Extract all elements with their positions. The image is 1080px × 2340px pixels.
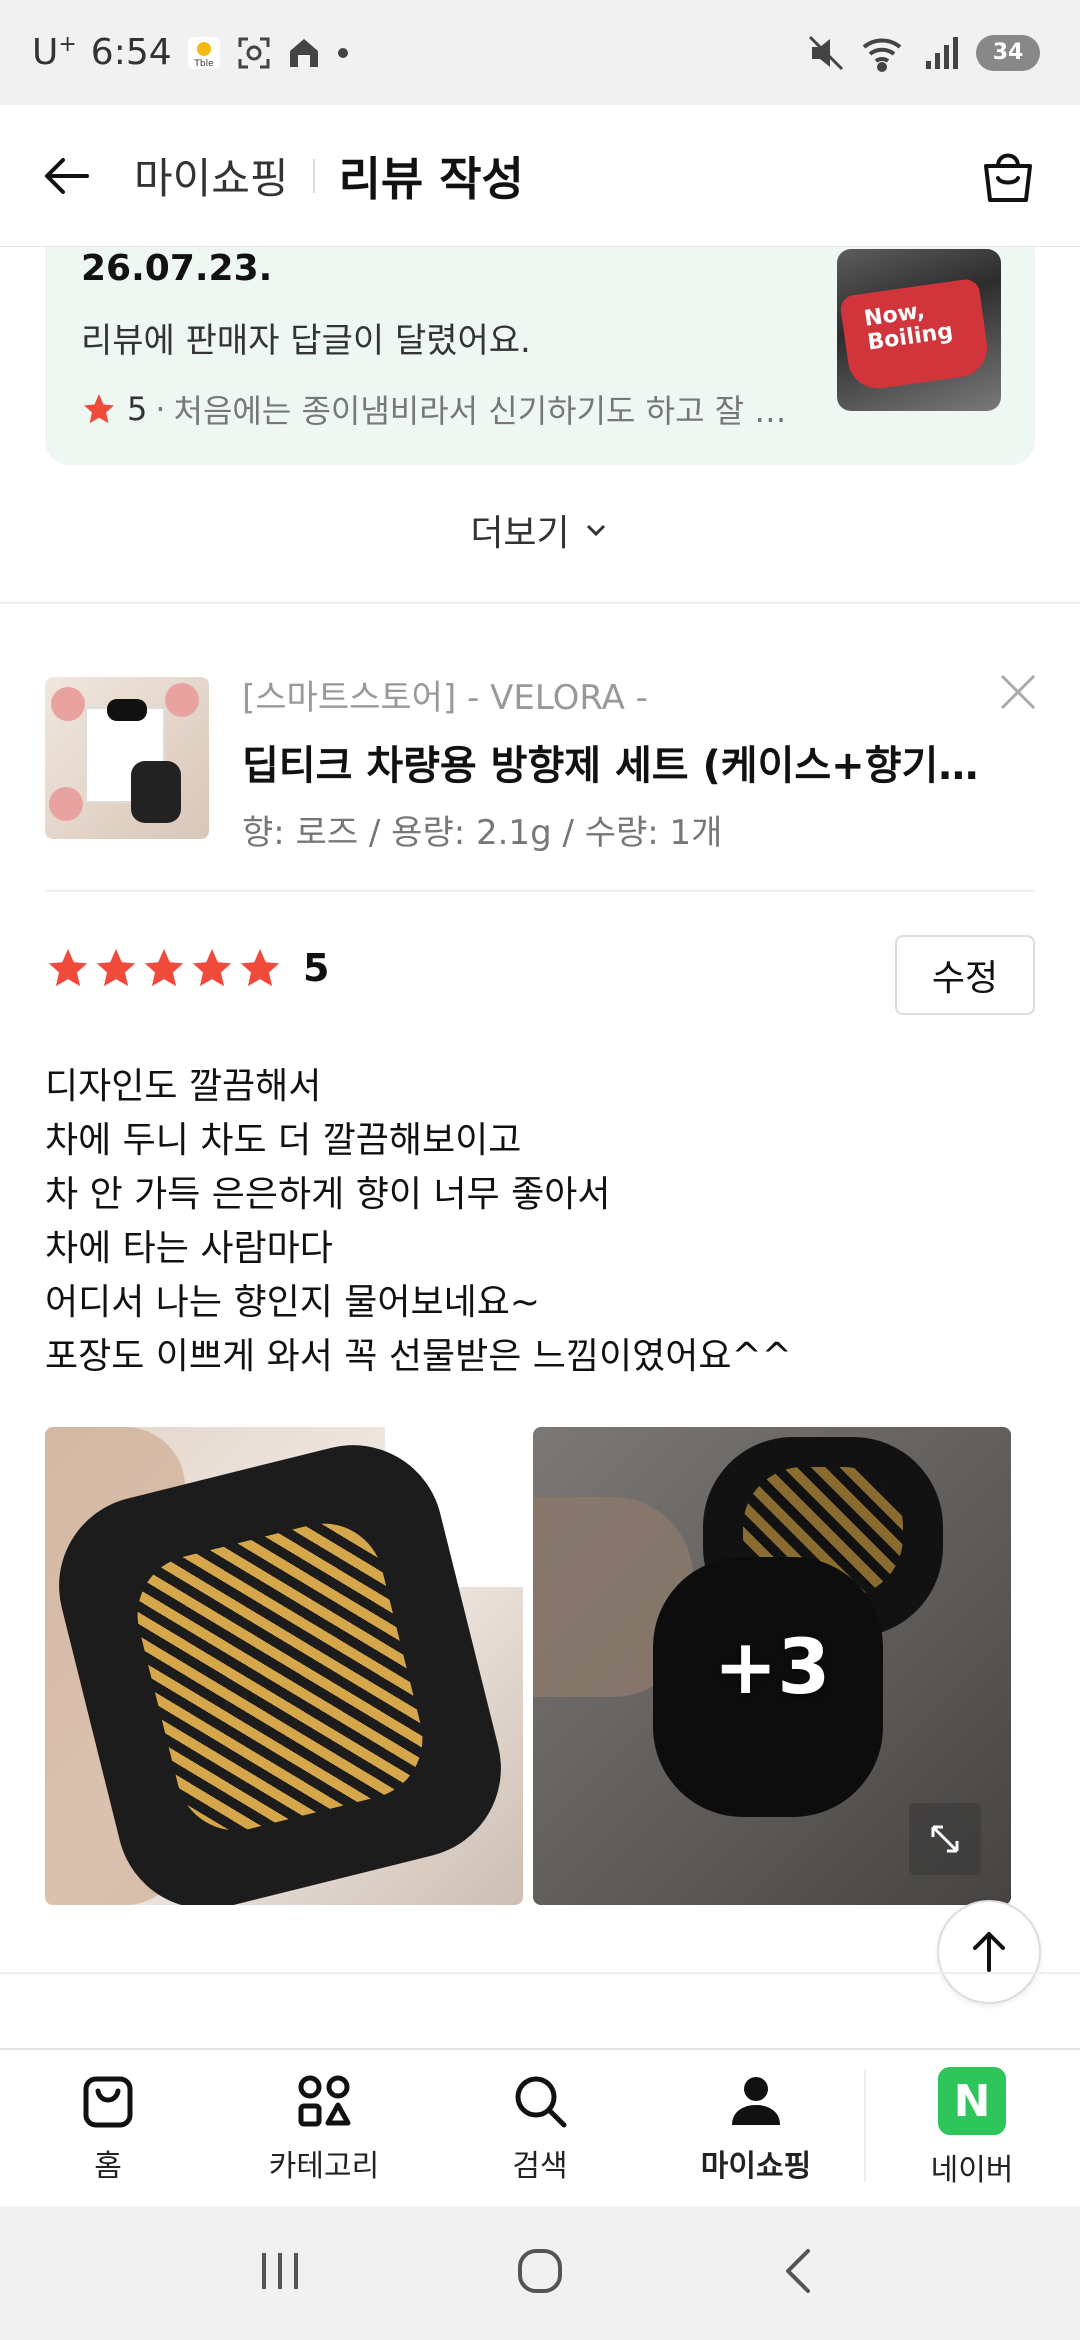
- review-text: 디자인도 깔끔해서 차에 두니 차도 더 깔끔해보이고 차 안 가득 은은하게 …: [45, 1060, 1035, 1384]
- star-icon: [192, 948, 232, 987]
- cart-button[interactable]: [976, 144, 1040, 208]
- status-right: 34: [806, 33, 1040, 73]
- scroll-to-top-button[interactable]: [937, 1900, 1041, 2004]
- close-icon: [1000, 674, 1036, 710]
- product-info[interactable]: [스마트스토어] - VELORA - 딥티크 차량용 방향제 세트 (케이스+…: [242, 670, 992, 854]
- svg-text:Tble: Tble: [193, 59, 214, 69]
- section-divider: [0, 602, 1080, 604]
- status-left: U+ 6:54 Tble: [32, 32, 350, 73]
- mute-icon: [806, 33, 846, 73]
- nav-separator: [864, 2070, 866, 2182]
- review-line: 차에 두니 차도 더 깔끔해보이고: [45, 1120, 522, 1161]
- app-notification-icon: Tble: [186, 35, 222, 71]
- app-header: 마이쇼핑 리뷰 작성: [0, 105, 1080, 247]
- product-divider: [45, 890, 1035, 892]
- close-button[interactable]: [996, 670, 1040, 714]
- notice-thumbnail[interactable]: Now, Boiling: [837, 249, 1001, 411]
- edit-button[interactable]: 수정: [895, 935, 1035, 1015]
- star-icon: [96, 948, 136, 987]
- chevron-left-icon: [786, 2249, 810, 2293]
- review-photo-1[interactable]: [45, 1427, 523, 1905]
- home-bag-icon: [83, 2076, 133, 2128]
- diffuser-image: [131, 761, 181, 823]
- dot-icon: [336, 46, 350, 60]
- product-option: 향: 로즈 / 용량: 2.1g / 수량: 1개: [242, 813, 723, 853]
- more-label: 더보기: [470, 513, 570, 554]
- naver-icon: N: [938, 2067, 1006, 2135]
- notice-snippet: 처음에는 종이냄비라서 신기하기도 하고 잘 될...: [173, 392, 814, 430]
- rose-decoration: [165, 683, 199, 717]
- product-thumbnail[interactable]: [45, 677, 209, 839]
- noodle-cup-image: Now, Boiling: [839, 277, 991, 393]
- nav-label: 네이버: [930, 2153, 1014, 2188]
- wifi-icon: [860, 33, 908, 73]
- page-title: 리뷰 작성: [338, 151, 524, 206]
- nav-category[interactable]: 카테고리: [216, 2050, 432, 2206]
- battery-indicator: 34: [976, 34, 1040, 71]
- nav-label: 카테고리: [268, 2149, 380, 2184]
- category-icon: [298, 2075, 351, 2127]
- nav-label: 검색: [512, 2149, 568, 2184]
- product-name: 딥티크 차량용 방향제 세트 (케이스+향기 ...: [242, 743, 992, 789]
- recent-apps-button[interactable]: [250, 2241, 310, 2305]
- review-line: 차에 타는 사람마다: [45, 1228, 333, 1269]
- section-divider: [0, 1972, 1080, 1974]
- rating-stars: 5: [45, 945, 329, 991]
- recent-apps-icon: [262, 2253, 298, 2289]
- nav-search[interactable]: 검색: [432, 2050, 648, 2206]
- nav-label: 마이쇼핑: [700, 2149, 812, 2184]
- more-button[interactable]: 더보기: [0, 490, 1080, 570]
- nav-home[interactable]: 홈: [0, 2050, 216, 2206]
- arrow-up-icon: [973, 1932, 1005, 1972]
- expand-button[interactable]: [909, 1803, 981, 1875]
- search-icon: [515, 2076, 567, 2128]
- bottom-nav: 홈 카테고리 검색 마이쇼핑 N 네이버: [0, 2048, 1080, 2206]
- shopping-bag-icon: [984, 153, 1032, 202]
- ribbon-image: [107, 699, 147, 721]
- rose-decoration: [49, 787, 83, 821]
- rose-decoration: [51, 687, 85, 721]
- review-photo-2[interactable]: +3: [533, 1427, 1011, 1905]
- clock: 6:54: [90, 32, 172, 73]
- review-line: 어디서 나는 향인지 물어보네요~: [45, 1282, 541, 1323]
- star-icon: [84, 394, 114, 424]
- expand-icon: [931, 1825, 959, 1853]
- review-line: 차 안 가득 은은하게 향이 너무 좋아서: [45, 1174, 611, 1215]
- home-button[interactable]: [510, 2241, 570, 2305]
- chevron-down-icon: [586, 524, 605, 537]
- grille-image: [124, 1510, 436, 1844]
- signal-icon: [922, 33, 962, 73]
- arrow-left-icon: [45, 157, 89, 194]
- nav-naver[interactable]: N 네이버: [864, 2050, 1080, 2206]
- screenshot-icon: [236, 35, 272, 71]
- carrier: U+: [32, 32, 77, 73]
- nav-myshopping[interactable]: 마이쇼핑: [648, 2050, 864, 2206]
- star-icon: [48, 948, 88, 987]
- breadcrumb-myshopping[interactable]: 마이쇼핑: [134, 145, 289, 206]
- back-button[interactable]: [40, 150, 92, 202]
- person-icon: [732, 2077, 780, 2125]
- review-line: 디자인도 깔끔해서: [45, 1066, 322, 1107]
- rating-score: 5: [303, 946, 330, 990]
- system-nav-bar: [0, 2206, 1080, 2340]
- store-name: [스마트스토어] - VELORA -: [242, 678, 648, 718]
- notice-separator: ·: [155, 390, 166, 428]
- notice-score: 5: [127, 390, 148, 428]
- nav-label: 홈: [94, 2149, 122, 2184]
- star-icon: [240, 948, 280, 987]
- breadcrumb-separator: [312, 158, 315, 193]
- home-app-icon: [286, 35, 322, 71]
- seller-reply-notice[interactable]: 26.07.23. 리뷰에 판매자 답글이 달렸어요. 5 · 처음에는 종이냄…: [45, 247, 1035, 465]
- star-icon: [144, 948, 184, 987]
- review-line: 포장도 이쁘게 와서 꼭 선물받은 느낌이였어요^^: [45, 1336, 792, 1377]
- status-bar: U+ 6:54 Tble 34: [0, 0, 1080, 105]
- home-circle-icon: [518, 2249, 562, 2293]
- system-back-button[interactable]: [770, 2241, 830, 2305]
